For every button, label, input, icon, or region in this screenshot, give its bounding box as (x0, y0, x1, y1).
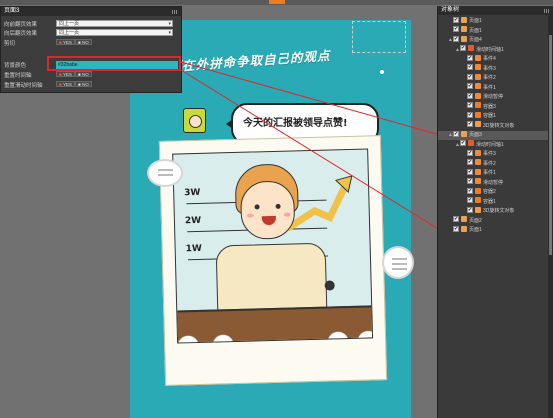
timeline-icon (468, 45, 474, 52)
tree-item[interactable]: 容器2 (438, 187, 548, 197)
tree-item[interactable]: 页面1 (438, 225, 548, 235)
visibility-checkbox[interactable] (467, 92, 473, 101)
tree-item-label: 事件4 (483, 56, 496, 62)
event-icon (475, 149, 481, 156)
timeline-icon (468, 140, 474, 147)
page-icon (461, 26, 467, 33)
visibility-checkbox[interactable] (467, 120, 473, 129)
tree-item-label: 页面2 (469, 217, 482, 224)
tree-item-label: 事件2 (483, 160, 496, 167)
tree-item-label: 滑动时间轴1 (476, 141, 504, 148)
object-tree-panel: 对象树 页面1页面1▲页面4▲滑动时间轴1事件4事件3事件2事件1滑动暂停容器3… (437, 6, 553, 418)
container-icon (475, 111, 481, 118)
visibility-checkbox[interactable] (467, 177, 473, 186)
tree-item-label: 事件3 (483, 65, 496, 72)
tree-item-label: 页面1 (469, 227, 482, 233)
visibility-checkbox[interactable] (467, 149, 473, 158)
object3d-icon (475, 121, 481, 128)
visibility-checkbox[interactable] (467, 82, 473, 91)
scrollbar-thumb[interactable] (549, 35, 552, 255)
tree-item-label: 事件1 (483, 84, 496, 91)
tree-item-label: 3D旋转文对象 (483, 208, 515, 214)
visibility-checkbox[interactable] (467, 63, 473, 72)
tree-item-label: 事件1 (483, 170, 496, 176)
tree-item-label: 3D旋转文对象 (483, 122, 515, 129)
tree-item-label: 页面4 (469, 37, 482, 43)
page-icon (461, 35, 467, 42)
visibility-checkbox[interactable] (467, 101, 473, 110)
visibility-checkbox[interactable] (453, 25, 459, 34)
visibility-checkbox[interactable] (467, 196, 473, 205)
tree-item[interactable]: 事件1 (438, 82, 548, 93)
visibility-checkbox[interactable] (467, 54, 473, 63)
tree-item[interactable]: 事件1 (438, 168, 548, 178)
tree-item[interactable]: 事件3 (438, 149, 548, 159)
visibility-checkbox[interactable] (467, 187, 473, 196)
object-tree-title: 对象树 (438, 6, 553, 15)
container-icon (475, 197, 481, 204)
tree-item-label: 容器1 (483, 198, 496, 205)
tree-item[interactable]: 容器1 (438, 111, 548, 121)
tree-item[interactable]: 容器3 (438, 101, 548, 112)
tree-scrollbar[interactable] (548, 15, 553, 418)
tree-item[interactable]: ▲页面4 (438, 35, 548, 45)
tree-item-label: 滑动暂停 (483, 94, 504, 100)
tree-item-label: 滑动暂停 (483, 179, 504, 186)
container-icon (475, 187, 481, 194)
container-icon (475, 102, 481, 109)
tree-item[interactable]: ▲页面3 (438, 130, 548, 140)
visibility-checkbox[interactable] (453, 16, 459, 25)
event-icon (475, 178, 481, 185)
tree-item[interactable]: 容器1 (438, 196, 548, 207)
tree-item-label: 滑动时间轴1 (476, 46, 504, 53)
tree-item[interactable]: 事件2 (438, 73, 548, 83)
tree-item[interactable]: 事件3 (438, 63, 548, 74)
visibility-checkbox[interactable] (453, 225, 459, 234)
visibility-checkbox[interactable] (467, 206, 473, 215)
event-icon (475, 83, 481, 90)
visibility-checkbox[interactable] (453, 35, 459, 44)
visibility-checkbox[interactable] (453, 215, 459, 224)
object3d-icon (475, 206, 481, 213)
event-icon (475, 73, 481, 80)
tree-item[interactable]: 滑动暂停 (438, 177, 548, 188)
tree-item[interactable]: 滑动暂停 (438, 92, 548, 102)
tree-item[interactable]: 事件4 (438, 54, 548, 64)
tree-item[interactable]: ▲滑动时间轴1 (438, 139, 548, 150)
tree-item-label: 容器1 (483, 113, 496, 119)
event-icon (475, 64, 481, 71)
event-icon (475, 54, 481, 61)
visibility-checkbox[interactable] (467, 73, 473, 82)
visibility-checkbox[interactable] (467, 111, 473, 120)
tree-item-label: 页面1 (469, 18, 482, 24)
page-icon (461, 130, 467, 137)
event-icon (475, 92, 481, 99)
visibility-checkbox[interactable] (467, 158, 473, 167)
drag-grip-icon[interactable] (544, 9, 550, 13)
page-icon (461, 16, 467, 23)
visibility-checkbox[interactable] (460, 139, 466, 148)
page-icon (461, 216, 467, 223)
visibility-checkbox[interactable] (467, 168, 473, 177)
tree-item-label: 页面3 (469, 132, 482, 138)
tree-item-label: 事件3 (483, 151, 496, 157)
tree-item-label: 页面1 (469, 27, 482, 34)
visibility-checkbox[interactable] (453, 130, 459, 139)
tree-item-label: 容器2 (483, 189, 496, 195)
event-icon (475, 168, 481, 175)
page-icon (461, 225, 467, 232)
visibility-checkbox[interactable] (460, 44, 466, 53)
tree-item-label: 事件2 (483, 75, 496, 81)
tree-item[interactable]: 事件2 (438, 158, 548, 169)
object-tree-title-text: 对象树 (441, 7, 460, 13)
event-icon (475, 159, 481, 166)
tree-item-label: 容器3 (483, 103, 496, 110)
tree-item[interactable]: ▲滑动时间轴1 (438, 44, 548, 55)
